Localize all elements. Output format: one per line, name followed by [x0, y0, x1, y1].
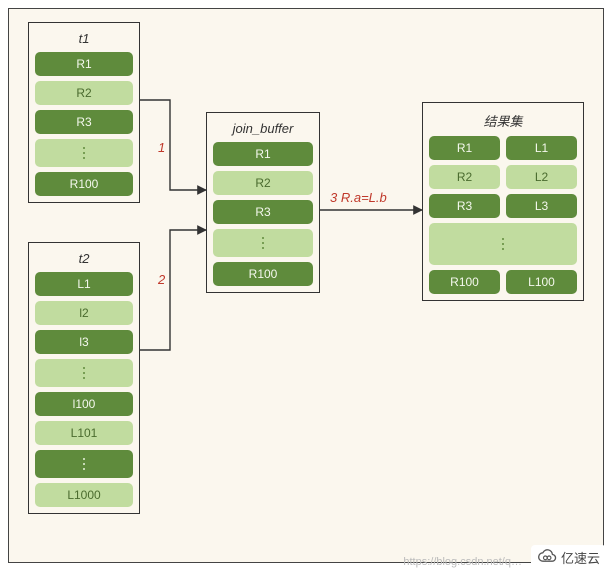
- table-t1-title: t1: [35, 31, 133, 46]
- table-row-ellipsis: [35, 359, 133, 387]
- table-row: l100: [35, 392, 133, 416]
- edge-label-1: 1: [158, 140, 165, 155]
- result-row: R100 L100: [429, 270, 577, 294]
- table-row: R1: [35, 52, 133, 76]
- table-row: R2: [35, 81, 133, 105]
- table-t1: t1 R1 R2 R3 R100: [28, 22, 140, 203]
- brand-badge: 亿速云: [531, 545, 606, 569]
- edge-label-3: 3 R.a=L.b: [330, 190, 387, 205]
- table-row-ellipsis: [213, 229, 313, 257]
- table-row: R1: [213, 142, 313, 166]
- result-cell-l: L100: [506, 270, 577, 294]
- watermark-text: https://blog.csdn.net/q…: [403, 556, 522, 568]
- table-row: L1: [35, 272, 133, 296]
- join-buffer-title: join_buffer: [213, 121, 313, 136]
- table-row: R100: [213, 262, 313, 286]
- cloud-icon: [537, 547, 557, 567]
- result-cell-l: L1: [506, 136, 577, 160]
- result-cell-r: R3: [429, 194, 500, 218]
- result-row: R1 L1: [429, 136, 577, 160]
- table-row: l3: [35, 330, 133, 354]
- table-row: R3: [213, 200, 313, 224]
- join-buffer: join_buffer R1 R2 R3 R100: [206, 112, 320, 293]
- table-row: R3: [35, 110, 133, 134]
- result-cell-r: R2: [429, 165, 500, 189]
- result-cell-r: R100: [429, 270, 500, 294]
- table-row: l2: [35, 301, 133, 325]
- table-row: L1000: [35, 483, 133, 507]
- result-set: 结果集 R1 L1 R2 L2 R3 L3 R100 L100: [422, 102, 584, 301]
- edge-label-2: 2: [158, 272, 165, 287]
- table-t2-title: t2: [35, 251, 133, 266]
- table-row-ellipsis: [35, 450, 133, 478]
- table-t2: t2 L1 l2 l3 l100 L101 L1000: [28, 242, 140, 514]
- result-set-title: 结果集: [429, 111, 577, 130]
- table-row: L101: [35, 421, 133, 445]
- result-row-ellipsis: [429, 223, 577, 265]
- table-row-ellipsis: [35, 139, 133, 167]
- table-row: R2: [213, 171, 313, 195]
- table-row: R100: [35, 172, 133, 196]
- result-row: R2 L2: [429, 165, 577, 189]
- result-cell-r: R1: [429, 136, 500, 160]
- result-cell-l: L2: [506, 165, 577, 189]
- brand-label: 亿速云: [561, 548, 600, 567]
- result-cell-l: L3: [506, 194, 577, 218]
- result-row: R3 L3: [429, 194, 577, 218]
